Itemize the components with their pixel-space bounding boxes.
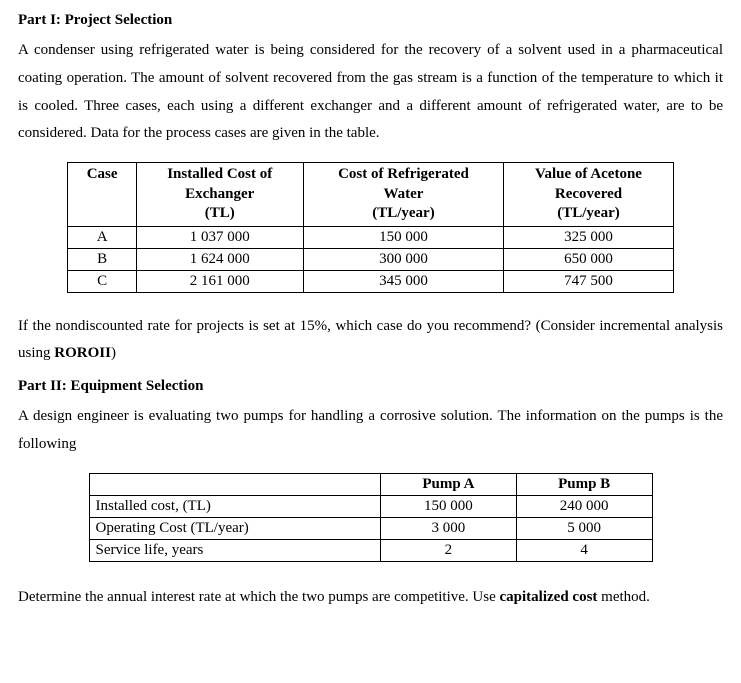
- cell-a: 150 000: [381, 495, 517, 517]
- cell-case: A: [68, 226, 137, 248]
- cell-acetone: 325 000: [504, 226, 673, 248]
- cell-case: B: [68, 248, 137, 270]
- part2-table: Pump A Pump B Installed cost, (TL) 150 0…: [89, 473, 653, 562]
- table-row: C 2 161 000 345 000 747 500: [68, 270, 673, 292]
- table-row: A 1 037 000 150 000 325 000: [68, 226, 673, 248]
- part1-table: Case Installed Cost of Exchanger (TL) Co…: [67, 162, 673, 293]
- cell-a: 2: [381, 539, 517, 561]
- cell-b: 4: [516, 539, 652, 561]
- cell-label: Installed cost, (TL): [89, 495, 381, 517]
- part2-followup: Determine the annual interest rate at wh…: [18, 584, 723, 612]
- header-case: Case: [68, 163, 137, 227]
- header-acetone: Value of Acetone Recovered (TL/year): [504, 163, 673, 227]
- table-header-row: Case Installed Cost of Exchanger (TL) Co…: [68, 163, 673, 227]
- cell-water: 300 000: [303, 248, 504, 270]
- cell-acetone: 650 000: [504, 248, 673, 270]
- part1-paragraph: A condenser using refrigerated water is …: [18, 37, 723, 148]
- header-pump-a: Pump A: [381, 473, 517, 495]
- cell-b: 240 000: [516, 495, 652, 517]
- part1-heading: Part I: Project Selection: [18, 12, 723, 29]
- table-row: Service life, years 2 4: [89, 539, 652, 561]
- header-blank: [89, 473, 381, 495]
- part1-followup: If the nondiscounted rate for projects i…: [18, 313, 723, 369]
- table-row: B 1 624 000 300 000 650 000: [68, 248, 673, 270]
- header-water: Cost of Refrigerated Water (TL/year): [303, 163, 504, 227]
- cell-label: Service life, years: [89, 539, 381, 561]
- header-pump-b: Pump B: [516, 473, 652, 495]
- cell-label: Operating Cost (TL/year): [89, 517, 381, 539]
- cell-b: 5 000: [516, 517, 652, 539]
- cell-acetone: 747 500: [504, 270, 673, 292]
- cell-exchanger: 1 037 000: [136, 226, 303, 248]
- cell-exchanger: 2 161 000: [136, 270, 303, 292]
- part2-heading: Part II: Equipment Selection: [18, 378, 723, 395]
- cell-water: 150 000: [303, 226, 504, 248]
- table-header-row: Pump A Pump B: [89, 473, 652, 495]
- cell-exchanger: 1 624 000: [136, 248, 303, 270]
- table-row: Installed cost, (TL) 150 000 240 000: [89, 495, 652, 517]
- cell-a: 3 000: [381, 517, 517, 539]
- table-row: Operating Cost (TL/year) 3 000 5 000: [89, 517, 652, 539]
- cell-water: 345 000: [303, 270, 504, 292]
- header-exchanger: Installed Cost of Exchanger (TL): [136, 163, 303, 227]
- cell-case: C: [68, 270, 137, 292]
- part2-paragraph: A design engineer is evaluating two pump…: [18, 403, 723, 459]
